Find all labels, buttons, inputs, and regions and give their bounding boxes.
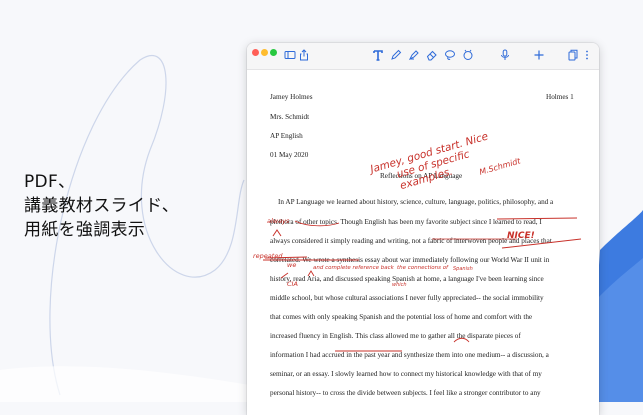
body-line: history, read Aria, and discussed speaki…	[270, 275, 544, 283]
body-line: plethora of other topics. Though English…	[270, 218, 542, 226]
toolbar	[247, 43, 599, 70]
body-line: middle school, but whose cultural associ…	[270, 294, 544, 302]
body-line: correlated. We wrote a synthesis essay a…	[270, 256, 550, 264]
close-window-button[interactable]	[252, 49, 259, 56]
promo-line-2: 講義教材スライド、	[24, 196, 180, 216]
lasso-icon[interactable]	[444, 49, 456, 61]
shapes-icon[interactable]	[462, 49, 474, 61]
pen-icon[interactable]	[390, 49, 402, 61]
highlighter-icon[interactable]	[408, 49, 420, 61]
document-title: Reflections on AP Language	[380, 172, 463, 180]
add-icon[interactable]	[533, 49, 545, 61]
body-line: that comes with only speaking Spanish an…	[270, 313, 533, 321]
promo-text: PDF、 講義教材スライド、 用紙を強調表示	[24, 170, 179, 242]
document-page[interactable]: Jamey Holmes Holmes 1 Mrs. Schmidt AP En…	[247, 70, 599, 415]
header-name: Jamey Holmes	[270, 93, 313, 101]
body-line: always considered it simply reading and …	[270, 237, 552, 245]
body-line: In AP Language we learned about history,…	[278, 198, 554, 206]
text-tool-icon[interactable]	[372, 49, 384, 61]
header-course: AP English	[270, 132, 303, 140]
share-icon[interactable]	[298, 49, 310, 61]
header-teacher: Mrs. Schmidt	[270, 113, 310, 121]
body-line: information I had accrued in the past ye…	[270, 351, 549, 359]
promo-line-3: 用紙を強調表示	[24, 220, 146, 240]
eraser-icon[interactable]	[426, 49, 438, 61]
zoom-window-button[interactable]	[270, 49, 277, 56]
sidebar-icon[interactable]	[284, 49, 296, 61]
background-white-wave	[0, 366, 250, 402]
promo-line-1: PDF、	[24, 172, 76, 192]
body-line: increased fluency in English. This class…	[270, 332, 521, 340]
minimize-window-button[interactable]	[261, 49, 268, 56]
header-date: 01 May 2020	[270, 151, 309, 159]
body-line: seminar, or an essay. I slowly learned h…	[270, 370, 542, 378]
more-icon[interactable]	[583, 49, 591, 61]
microphone-icon[interactable]	[499, 49, 511, 61]
header-right: Holmes 1	[546, 93, 574, 101]
body-line: personal history-- to cross the divide b…	[270, 389, 541, 397]
app-window: Jamey Holmes Holmes 1 Mrs. Schmidt AP En…	[247, 43, 599, 415]
pages-icon[interactable]	[567, 49, 579, 61]
